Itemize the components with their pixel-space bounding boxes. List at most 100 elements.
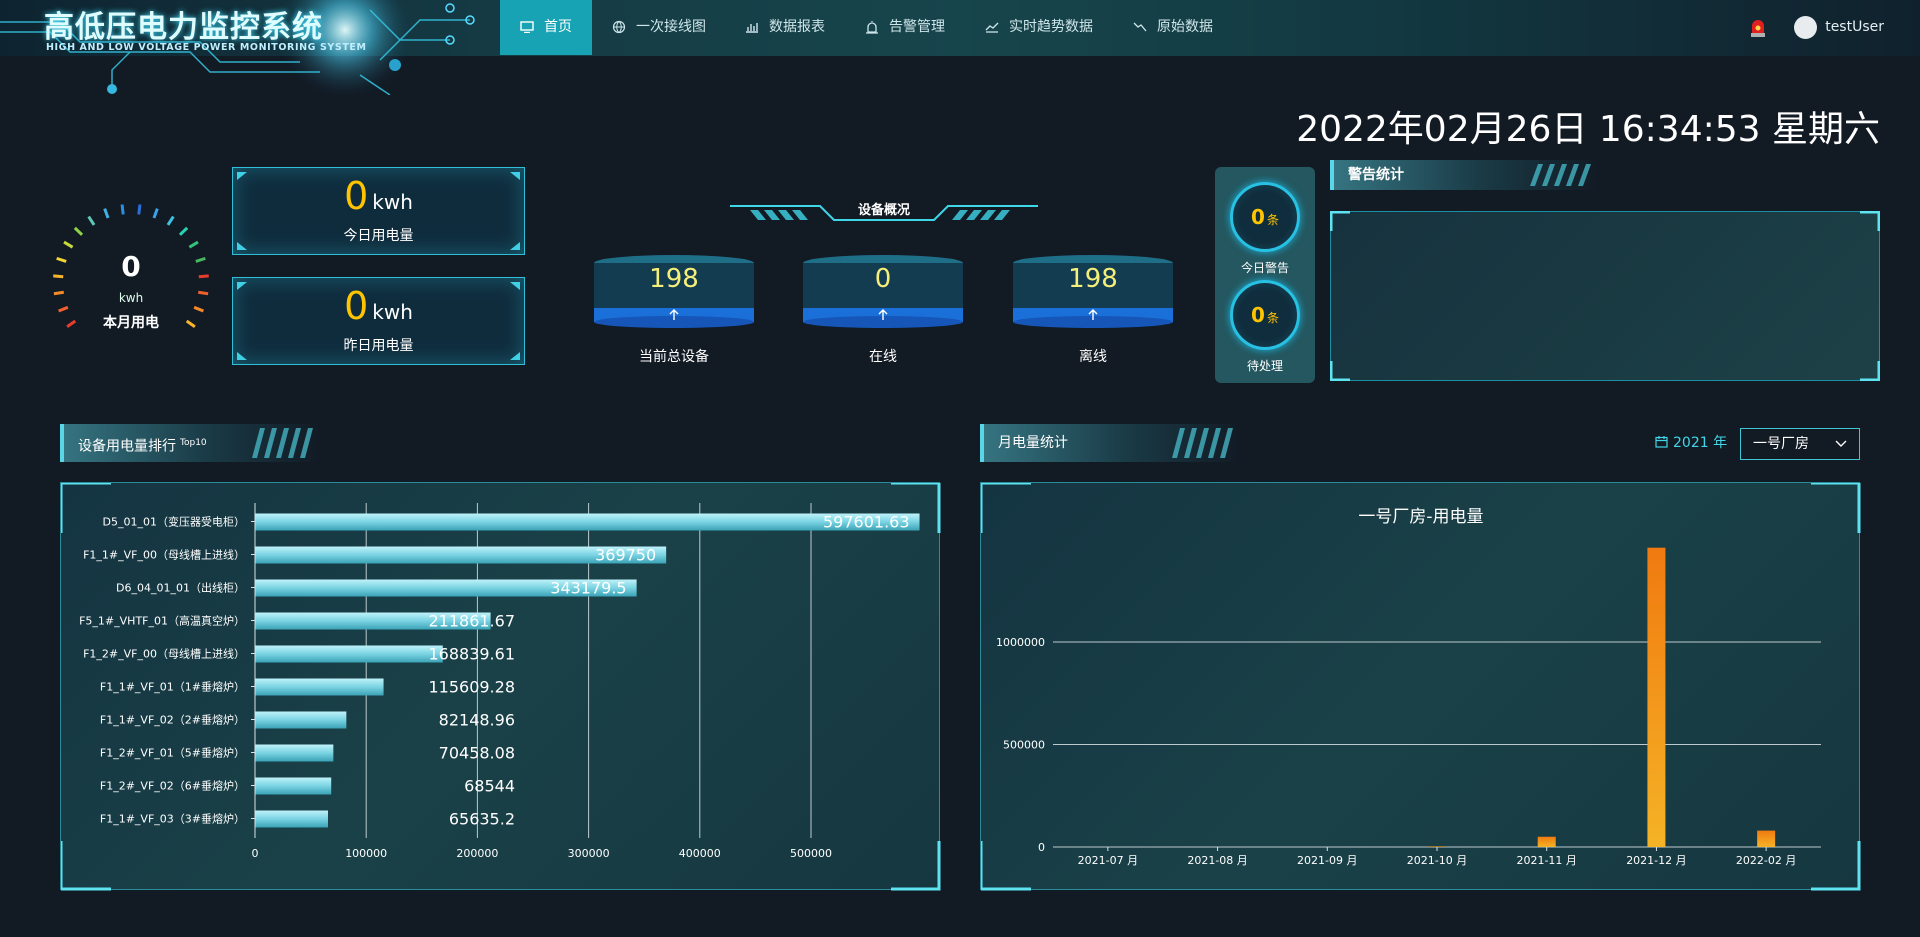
gauge-tick <box>63 240 74 249</box>
chevron-down-icon <box>1835 440 1847 447</box>
yesterday-usage-card: 0 kwh 昨日用电量 <box>232 277 525 365</box>
y-category-label: D6_04_01_01（出线柜） <box>116 581 245 595</box>
app-subtitle: HIGH AND LOW VOLTAGE POWER MONITORING SY… <box>46 42 367 53</box>
x-tick-label: 2021-11 月 <box>1516 854 1576 867</box>
bar <box>255 678 384 696</box>
bar-value-label: 168839.61 <box>428 645 515 664</box>
bar-value-label: 211861.67 <box>428 612 515 631</box>
offline-devices-box: 198 离线 <box>1011 254 1175 365</box>
y-tick-label: 0 <box>1038 841 1045 854</box>
nav-trend-label: 实时趋势数据 <box>1009 19 1093 35</box>
nav-raw-label: 原始数据 <box>1157 19 1213 35</box>
monthly-title: 月电量统计 <box>980 424 1242 462</box>
bar-value-label: 343179.5 <box>550 579 626 598</box>
ranking-chart-panel: 0 100000 200000 300000 400000 500000 D5_01_01（… <box>60 482 941 891</box>
x-tick-label: 2021-12 月 <box>1626 854 1686 867</box>
y-category-label: F1_1#_VF_03（3#垂熔炉） <box>100 812 245 826</box>
x-tick-label: 2021-09 月 <box>1297 854 1357 867</box>
bar <box>255 645 443 663</box>
trend-down-icon <box>1133 22 1147 32</box>
today-alarm-unit: 条 <box>1266 213 1279 227</box>
y-category-label: F1_1#_VF_01（1#垂熔炉） <box>100 680 245 694</box>
warning-stats-title-text: 警告统计 <box>1348 167 1404 183</box>
title-stripes <box>1530 164 1591 186</box>
username: testUser <box>1825 19 1884 35</box>
nav-wiring-label: 一次接线图 <box>636 19 706 35</box>
nav-report-label: 数据报表 <box>769 19 825 35</box>
today-usage-unit: kwh <box>372 190 413 214</box>
nav-alarm-label: 告警管理 <box>889 19 945 35</box>
monitor-icon <box>520 21 534 34</box>
gauge-tick <box>120 204 125 215</box>
bar-value-label: 369750 <box>595 546 656 565</box>
y-category-label: D5_01_01（变压器受电柜） <box>103 515 245 529</box>
x-tick-label: 300000 <box>568 847 610 860</box>
online-devices-value: 0 <box>874 264 892 294</box>
gauge-tick <box>137 204 142 215</box>
today-usage-card: 0 kwh 今日用电量 <box>232 167 525 255</box>
nav-wiring-diagram[interactable]: 一次接线图 <box>612 0 706 55</box>
factory-select-value: 一号厂房 <box>1753 436 1809 452</box>
alarm-counter-panel: 0条 今日警告 0条 待处理 <box>1215 167 1315 383</box>
corner-decoration <box>510 242 520 250</box>
bar <box>255 711 347 729</box>
x-tick-label: 500000 <box>790 847 832 860</box>
pending-alarm-circle[interactable]: 0条 <box>1230 280 1300 350</box>
y-category-label: F1_1#_VF_00（母线槽上进线） <box>83 548 245 562</box>
avatar <box>1794 15 1818 39</box>
warning-stats-panel <box>1330 211 1880 381</box>
y-category-label: F1_2#_VF_02（6#垂熔炉） <box>100 779 245 793</box>
top10-badge: Top10 <box>180 438 207 448</box>
nav-home[interactable]: 首页 <box>500 0 592 55</box>
siren-icon[interactable] <box>1748 16 1768 38</box>
today-alarm-circle[interactable]: 0条 <box>1230 182 1300 252</box>
bar <box>1757 830 1776 847</box>
gauge-tick <box>152 208 159 219</box>
y-category-label: F1_1#_VF_02（2#垂熔炉） <box>100 713 245 727</box>
bar-value-label: 70458.08 <box>439 744 515 763</box>
nav-raw-data[interactable]: 原始数据 <box>1133 0 1213 55</box>
bar-chart-icon <box>746 23 758 33</box>
gauge-tick <box>87 215 96 226</box>
y-category-label: F1_2#_VF_01（5#垂熔炉） <box>100 746 245 760</box>
today-usage-value: 0 <box>344 174 369 218</box>
gauge-tick <box>103 208 110 219</box>
x-tick-label: 2021-07 月 <box>1078 854 1138 867</box>
bar <box>1428 846 1446 847</box>
online-devices-label: 在线 <box>869 349 897 365</box>
warning-stats-title: 警告统计 <box>1330 160 1600 190</box>
gauge-value: 0 <box>121 250 141 283</box>
alarm-icon <box>866 21 878 34</box>
corner-decoration <box>237 242 247 250</box>
gauge-label: 本月用电 <box>103 315 159 331</box>
pending-alarm-value: 0 <box>1251 303 1265 327</box>
corner-decoration <box>510 172 520 180</box>
trend-up-icon <box>985 22 999 33</box>
year-picker[interactable]: 2021 年 <box>1655 432 1727 452</box>
gauge-unit: kwh <box>118 291 144 305</box>
panel-frame <box>1330 211 1880 381</box>
x-tick-label: 100000 <box>345 847 387 860</box>
title-stripes <box>252 428 313 458</box>
x-tick-label: 2021-08 月 <box>1187 854 1247 867</box>
user-menu[interactable]: testUser <box>1794 0 1884 55</box>
corner-decoration <box>510 282 520 290</box>
monthly-title-text: 月电量统计 <box>998 435 1068 451</box>
x-tick-label: 0 <box>252 847 259 860</box>
bar <box>1537 836 1556 847</box>
gauge-tick <box>188 240 199 249</box>
bar <box>255 513 920 531</box>
logo: 高低压电力监控系统 HIGH AND LOW VOLTAGE POWER MON… <box>0 0 500 95</box>
factory-select[interactable]: 一号厂房 <box>1740 428 1860 460</box>
y-tick-label: 1000000 <box>996 636 1045 649</box>
globe-icon <box>612 20 626 34</box>
today-usage-label: 今日用电量 <box>343 228 414 244</box>
nav-alarm-management[interactable]: 告警管理 <box>865 0 945 55</box>
bar <box>1647 547 1666 847</box>
pending-alarm-unit: 条 <box>1266 311 1279 325</box>
nav-realtime-trend[interactable]: 实时趋势数据 <box>985 0 1093 55</box>
gauge-tick <box>58 305 69 313</box>
nav-data-report[interactable]: 数据报表 <box>745 0 825 55</box>
bar-value-label: 597601.63 <box>823 513 910 532</box>
bar-value-label: 82148.96 <box>439 711 515 730</box>
